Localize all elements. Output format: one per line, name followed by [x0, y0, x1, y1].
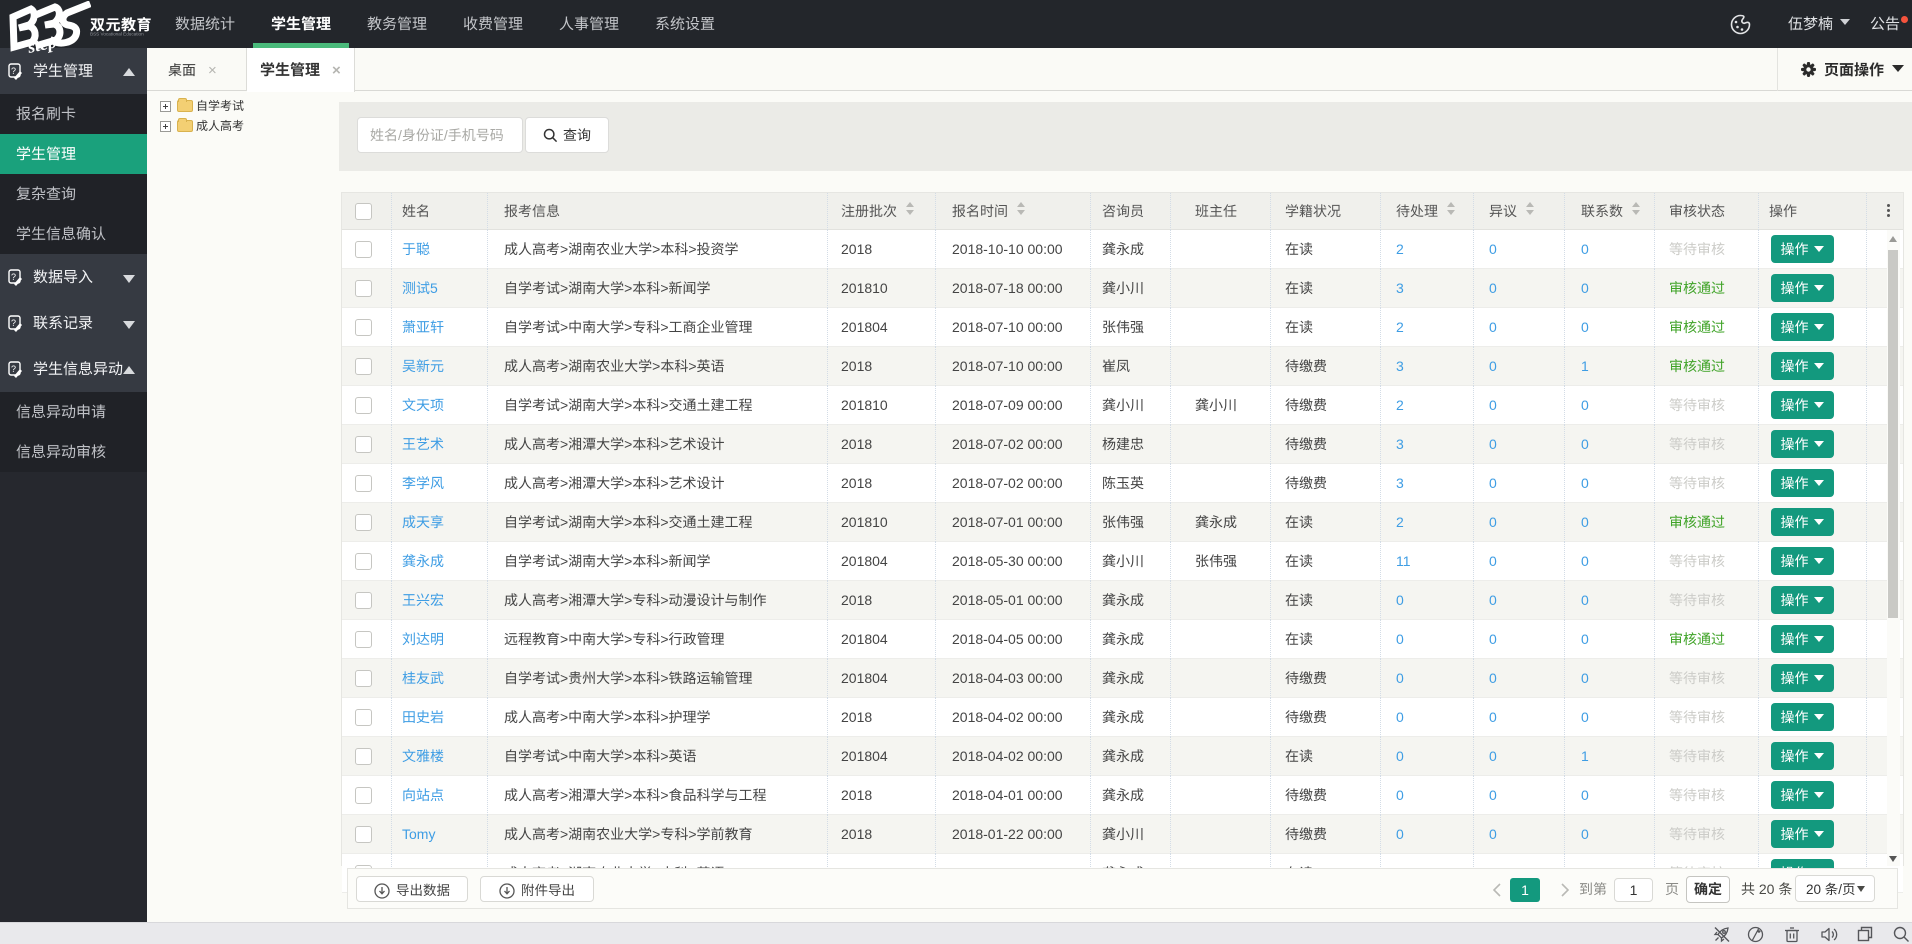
svg-text:?: ? — [11, 362, 16, 375]
svg-text:?: ? — [11, 316, 16, 329]
svg-text:?: ? — [11, 64, 16, 77]
svg-text:?: ? — [11, 270, 16, 283]
svg-text:step: step — [25, 31, 59, 57]
